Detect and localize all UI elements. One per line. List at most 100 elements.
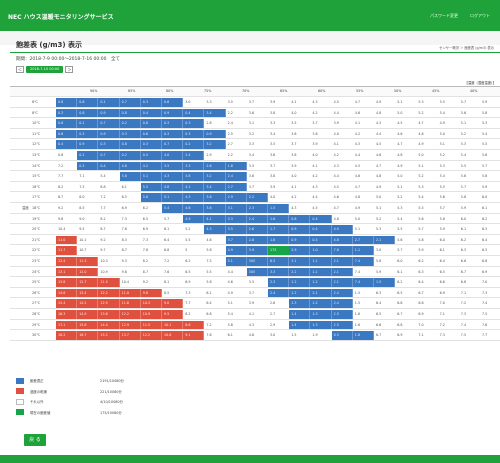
table-cell: 2.5 [331, 310, 353, 319]
table-row: 24℃ 13.1 12.0 10.9 9.8 8.7 7.6 6.5 5.5 4.4 305 3.3 2… [10, 267, 500, 278]
temperature-label: 22℃ [32, 248, 41, 253]
table-cell: 8.5 [79, 206, 85, 210]
table-cell: 1.7 [268, 225, 290, 234]
table-cell: 4.9 [376, 100, 382, 104]
table-cell: 6.8 [164, 248, 170, 253]
table-cell: 4.5 [333, 100, 339, 104]
table-cell: 5.3 [418, 100, 424, 104]
table-cell: 3.5 [248, 163, 255, 168]
table-cell: 5.2 [460, 131, 467, 136]
table-cell: 0.3 [140, 98, 162, 107]
table-cell: 6.4 [164, 237, 170, 242]
date-select[interactable]: 2018-7-10 00:00 [26, 66, 64, 73]
table-cell: 5.4 [162, 204, 184, 213]
table-cell: 5.1 [162, 193, 184, 203]
table-cell: 13.6 [98, 310, 120, 319]
table-cell: 5.8 [206, 280, 212, 285]
table-cell: 4.0 [291, 110, 297, 115]
table-cell: 5.2 [418, 174, 424, 179]
table-cell: 2.3 [268, 278, 290, 287]
table-cell: 1.8 [268, 235, 290, 245]
table-cell: 8.2 [142, 259, 149, 263]
table-cell: 11.0 [119, 288, 141, 298]
table-cell: 0.1 [98, 98, 120, 107]
table-cell: 2.1 [331, 278, 353, 287]
table-cell: 3.7 [312, 121, 318, 126]
table-cell: 2.5 [227, 131, 233, 136]
table-cell: 0.9 [162, 108, 184, 118]
table-cell: 4.8 [331, 235, 353, 245]
table-cell: 3.4 [248, 153, 255, 157]
table-cell: 3.5 [291, 121, 297, 126]
table-cell: 6.0 [482, 195, 488, 200]
legend-label: それ以外 [30, 400, 44, 404]
next-date-button[interactable]: ＞ [65, 66, 74, 73]
table-cell: 5.3 [482, 121, 488, 126]
table-cell: 14.4 [98, 320, 120, 330]
table-cell: 6.7 [376, 333, 382, 338]
table-cell: 5.7 [460, 184, 467, 189]
table-cell: 6.9 [418, 312, 424, 316]
table-cell: 6.3 [482, 227, 488, 232]
table-cell: 5.1 [397, 184, 403, 189]
table-cell: 4.6 [248, 333, 255, 338]
table-cell: 1.3 [310, 310, 332, 319]
table-cell: 5.8 [206, 248, 212, 253]
table-cell: 7.0 [439, 301, 445, 306]
humidity-header: 65% [280, 89, 288, 93]
table-cell: 6.1 [482, 206, 488, 210]
table-cell: 7.8 [331, 246, 353, 256]
table-cell: 4.2 [354, 131, 361, 136]
table-cell: 4.2 [333, 153, 339, 157]
table-cell: 6.1 [439, 248, 445, 253]
table-cell: 4.2 [312, 174, 318, 179]
table-cell: 4.5 [397, 121, 403, 126]
table-cell: 4.9 [225, 246, 247, 256]
table-cell: 305 [246, 267, 268, 277]
table-cell: 4.3 [291, 206, 297, 210]
logout-link[interactable]: ログアウト [470, 13, 490, 19]
table-cell: 8.7 [121, 248, 127, 253]
table-cell: 5.2 [397, 195, 403, 200]
legend-swatch [16, 388, 24, 394]
temperature-label: 18℃ [32, 206, 41, 210]
table-cell: 5.6 [460, 110, 467, 115]
humidity-header: 55% [356, 89, 364, 93]
table-cell: 7.2 [100, 195, 106, 200]
temperature-label: 25℃ [32, 280, 41, 285]
table-cell: 7.1 [79, 174, 85, 179]
table-cell: 8.2 [100, 216, 106, 221]
table-cell: 3.4 [204, 108, 226, 118]
table-cell: 10.4 [58, 227, 66, 232]
table-cell: 7.7 [185, 301, 191, 306]
password-change-link[interactable]: パスワード変更 [430, 13, 458, 19]
temperature-label: 24℃ [32, 269, 41, 274]
table-cell: 7.3 [439, 333, 445, 338]
prev-date-button[interactable]: ＜ [16, 66, 24, 73]
table-cell: 4.7 [354, 100, 361, 104]
table-cell: 2.8 [206, 121, 212, 126]
table-cell: 7.8 [121, 227, 127, 232]
table-cell: 7.7 [58, 174, 64, 179]
back-button[interactable]: 戻 る [24, 434, 46, 446]
table-cell: 5.1 [397, 100, 403, 104]
table-cell: 6.4 [439, 259, 445, 263]
humidity-header: 90% [90, 89, 98, 93]
legend-swatch [16, 377, 24, 384]
table-cell: 5.9 [482, 100, 488, 104]
table-cell: 0.8 [56, 98, 78, 107]
table-cell: 2.9 [206, 153, 212, 157]
table-cell: 3.0 [185, 100, 191, 104]
table-row: 20℃ 10.4 9.5 8.7 7.8 6.9 6.1 5.2 4.3 3.5 2.6 1.7 0.9… [10, 225, 500, 235]
table-cell: 7.2 [206, 322, 212, 327]
table-cell: 6.1 [460, 227, 467, 232]
table-cell: 6.9 [121, 206, 127, 210]
table-cell: 9.7 [100, 248, 106, 253]
humidity-header: 85% [128, 89, 136, 93]
table-cell: 4.4 [227, 269, 233, 274]
temperature-label: 30℃ [32, 333, 41, 338]
table-cell: 0.8 [119, 108, 141, 118]
table-cell: 7.3 [460, 312, 467, 316]
table-cell: 5.2 [185, 227, 191, 232]
table-cell: 5.3 [376, 227, 382, 232]
